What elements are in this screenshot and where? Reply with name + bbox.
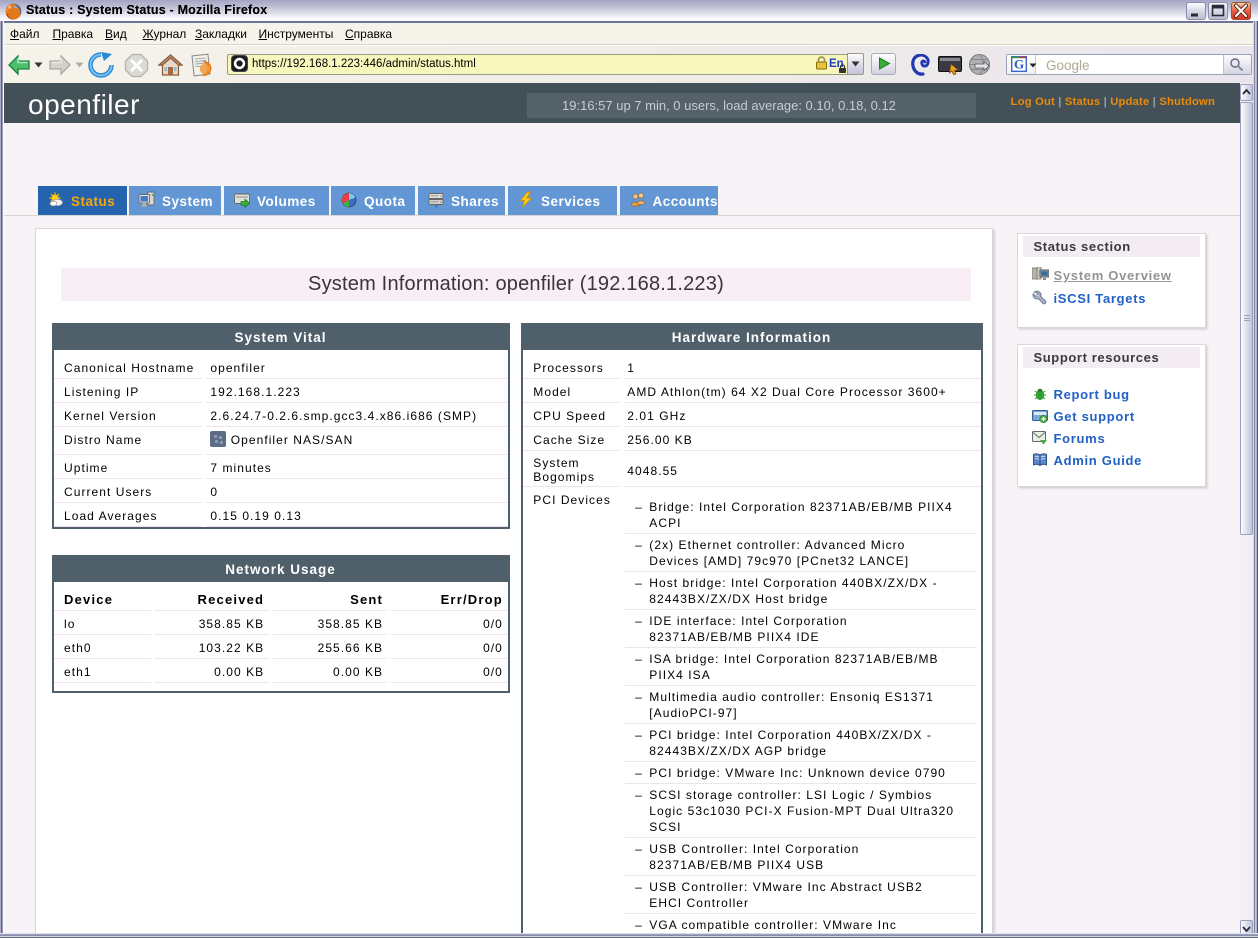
svg-text:G: G — [1014, 57, 1024, 72]
